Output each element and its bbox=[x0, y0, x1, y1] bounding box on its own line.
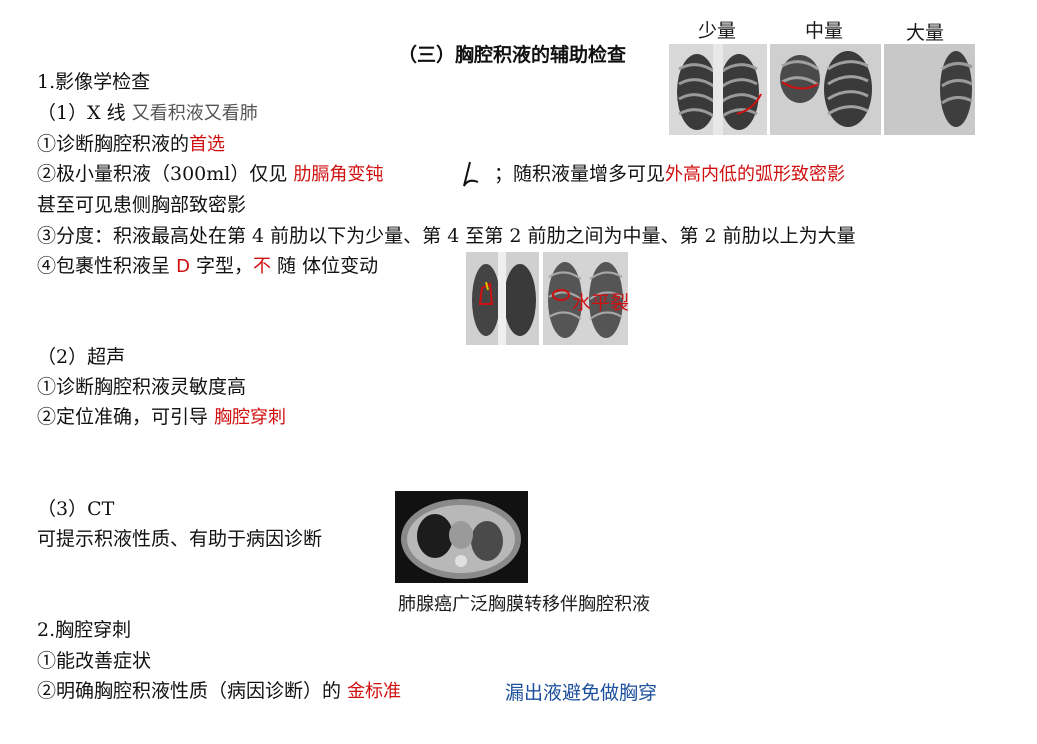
line-gold-standard: ②明确胸腔积液性质（病因诊断）的 金标准 bbox=[37, 679, 401, 704]
xray-label-medium: 中量 bbox=[805, 20, 844, 42]
xray-label-large: 大量 bbox=[906, 22, 945, 44]
annotation-not: 不 bbox=[253, 256, 271, 277]
line-small-effusion-text: ②极小量积液（300ml）仅见 bbox=[37, 163, 288, 185]
line-gold-standard-text: ②明确胸腔积液性质（病因诊断）的 bbox=[37, 680, 342, 702]
page-title: （三）胸腔积液的辅助检查 bbox=[398, 44, 627, 66]
xray-image-loculated bbox=[466, 252, 539, 345]
annotation-horizontal-fissure: 水平裂 bbox=[572, 292, 630, 314]
line-dense-shadow: 甚至可见患侧胸部致密影 bbox=[37, 194, 247, 216]
line-ct-nature: 可提示积液性质、有助于病因诊断 bbox=[37, 528, 323, 550]
annotation-d-shape: D bbox=[176, 256, 190, 277]
line-relieve-symptoms: ①能改善症状 bbox=[37, 650, 152, 672]
line-first-choice: ①诊断胸腔积液的首选 bbox=[37, 132, 225, 157]
annotation-first-choice: 首选 bbox=[189, 134, 226, 155]
section-2-heading: 2.胸腔穿刺 bbox=[37, 619, 132, 641]
blunt-angle-sketch bbox=[458, 160, 488, 192]
line-small-effusion: ②极小量积液（300ml）仅见 肋膈角变钝 bbox=[37, 162, 383, 187]
line-increase-effusion-text: ；随积液量增多可见 bbox=[494, 163, 666, 185]
line-first-choice-text: ①诊断胸腔积液的 bbox=[37, 133, 190, 155]
line-guide-puncture: ②定位准确，可引导 胸腔穿刺 bbox=[37, 405, 286, 430]
annotation-thoracentesis: 胸腔穿刺 bbox=[214, 407, 287, 428]
line-loculated: ④包裹性积液呈 D 字型，不 随 体位变动 bbox=[37, 254, 378, 279]
xray-image-medium bbox=[770, 44, 881, 135]
line-guide-puncture-text: ②定位准确，可引导 bbox=[37, 406, 209, 428]
xray-subheading: （1）X 线 又看积液又看肺 bbox=[37, 101, 258, 126]
line-loculated-position: 随 体位变动 bbox=[277, 255, 379, 277]
ultrasound-subheading: （2）超声 bbox=[37, 346, 126, 368]
ct-subheading: （3）CT bbox=[37, 498, 115, 520]
line-sensitivity: ①诊断胸腔积液灵敏度高 bbox=[37, 376, 247, 398]
annotation-gold-standard: 金标准 bbox=[347, 681, 402, 702]
xray-subheading-label: （1）X 线 bbox=[37, 102, 126, 124]
section-1-heading: 1.影像学检查 bbox=[37, 71, 151, 93]
annotation-costophrenic: 肋膈角变钝 bbox=[293, 164, 384, 185]
line-increase-effusion: ；随积液量增多可见外高内低的弧形致密影 bbox=[494, 162, 845, 187]
annotation-transudate: 漏出液避免做胸穿 bbox=[505, 682, 658, 704]
ct-caption: 肺腺癌广泛胸膜转移伴胸腔积液 bbox=[398, 594, 650, 615]
annotation-arc-shadow: 外高内低的弧形致密影 bbox=[665, 164, 846, 185]
xray-image-large bbox=[884, 44, 975, 135]
line-loculated-text: ④包裹性积液呈 bbox=[37, 255, 171, 277]
ct-scan-image bbox=[395, 491, 528, 583]
line-grading: ③分度：积液最高处在第 4 前肋以下为少量、第 4 至第 2 前肋之间为中量、第… bbox=[37, 225, 856, 247]
xray-label-small: 少量 bbox=[698, 20, 737, 42]
line-loculated-shape: 字型， bbox=[195, 255, 253, 277]
handwritten-note-grey: 又看积液又看肺 bbox=[131, 103, 258, 124]
xray-image-small bbox=[669, 44, 767, 135]
